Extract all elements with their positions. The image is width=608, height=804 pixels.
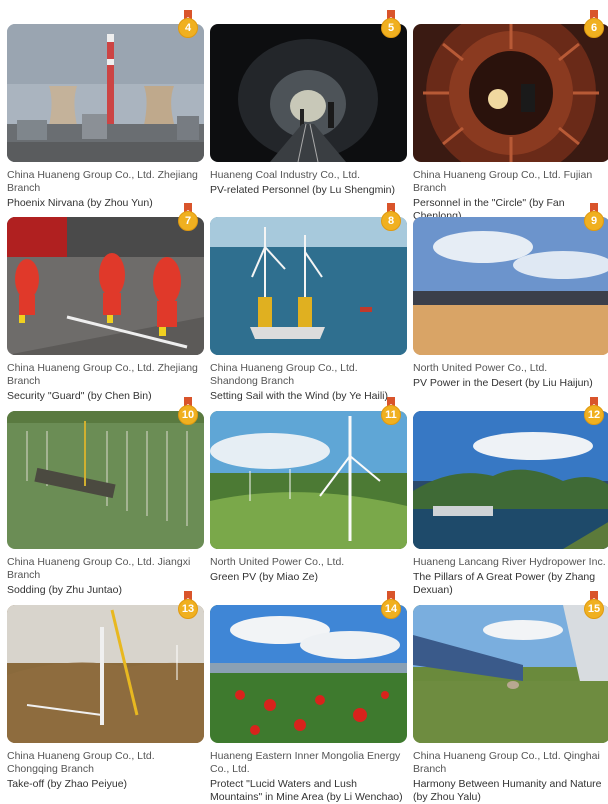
company-name: North United Power Co., Ltd. [210, 556, 345, 568]
photo-title: Setting Sail with the Wind (by Ye Haili) [210, 390, 389, 402]
rank-medal-14: 14 [381, 591, 401, 621]
rank-medal-9: 9 [584, 203, 604, 233]
photo-title: Take-off (by Zhao Peiyue) [7, 778, 128, 790]
rank-medal-6: 6 [584, 10, 604, 40]
photo-title: The Pillars of A Great Power (by Zhang D… [413, 571, 596, 596]
photo-title: Protect "Lucid Waters and Lush Mountains… [210, 778, 403, 803]
photo-card-4[interactable]: 4 China Huaneng Group Co., Ltd. Zhejiang… [7, 10, 204, 210]
rank-medal-8: 8 [381, 203, 401, 233]
photo-generator-stator[interactable] [413, 24, 608, 162]
photo-title: Phoenix Nirvana (by Zhou Yun) [7, 197, 153, 209]
rank-medal-11: 11 [381, 397, 401, 427]
company-name: Huaneng Lancang River Hydropower Inc. [413, 556, 606, 568]
photo-title: PV Power in the Desert (by Liu Haijun) [413, 377, 593, 389]
rank-medal-12: 12 [584, 397, 604, 427]
rank-medal-10: 10 [178, 397, 198, 427]
rank-medal-4: 4 [178, 10, 198, 40]
photo-card-8[interactable]: 8 China Huaneng Group Co., Ltd. Shandong… [210, 203, 407, 403]
photo-red-flowers[interactable] [210, 605, 407, 743]
company-name: Huaneng Coal Industry Co., Ltd. [210, 169, 361, 181]
photo-green-wind[interactable] [210, 411, 407, 549]
photo-hydropower[interactable] [413, 411, 608, 549]
photo-mine-tunnel[interactable] [210, 24, 407, 162]
company-name: China Huaneng Group Co., Ltd. Zhejiang B… [7, 169, 198, 194]
photo-offshore-wind[interactable] [210, 217, 407, 355]
photo-pv-on-water[interactable] [7, 411, 204, 549]
photo-title: PV-related Personnel (by Lu Shengmin) [210, 184, 396, 196]
photo-card-5[interactable]: 5 Huaneng Coal Industry Co., Ltd. PV-rel… [210, 10, 407, 197]
rank-medal-13: 13 [178, 591, 198, 621]
photo-card-9[interactable]: 9 North United Power Co., Ltd. PV Power … [413, 203, 608, 390]
photo-firefighters[interactable] [7, 217, 204, 355]
photo-card-10[interactable]: 10 China Huaneng Group Co., Ltd. Jiangxi… [7, 397, 204, 597]
photo-card-6[interactable]: 6 China Huaneng Group Co., Ltd. Fujian B… [413, 10, 608, 223]
company-name: China Huaneng Group Co., Ltd. Shandong B… [210, 362, 358, 387]
photo-solar-grassland[interactable] [413, 605, 608, 743]
photo-card-7[interactable]: 7 China Huaneng Group Co., Ltd. Zhejiang… [7, 203, 204, 403]
photo-card-13[interactable]: 13 China Huaneng Group Co., Ltd. Chongqi… [7, 591, 204, 791]
photo-card-14[interactable]: 14 Huaneng Eastern Inner Mongolia Energy… [210, 591, 407, 804]
rank-medal-7: 7 [178, 203, 198, 233]
photo-title: Security "Guard" (by Chen Bin) [7, 390, 152, 402]
company-name: China Huaneng Group Co., Ltd. Zhejiang B… [7, 362, 198, 387]
photo-title: Green PV (by Miao Ze) [210, 571, 318, 583]
photo-power-plant[interactable] [7, 24, 204, 162]
company-name: China Huaneng Group Co., Ltd. Fujian Bra… [413, 169, 593, 194]
photo-title: Harmony Between Humanity and Nature (by … [413, 778, 602, 803]
rank-medal-15: 15 [584, 591, 604, 621]
photo-card-11[interactable]: 11 North United Power Co., Ltd. Green PV… [210, 397, 407, 584]
photo-wind-crane[interactable] [7, 605, 204, 743]
photo-desert-pv[interactable] [413, 217, 608, 355]
photo-card-15[interactable]: 15 China Huaneng Group Co., Ltd. Qinghai… [413, 591, 608, 804]
company-name: China Huaneng Group Co., Ltd. Jiangxi Br… [7, 556, 191, 581]
company-name: China Huaneng Group Co., Ltd. Qinghai Br… [413, 750, 600, 775]
photo-title: Sodding (by Zhu Juntao) [7, 584, 122, 596]
company-name: China Huaneng Group Co., Ltd. Chongqing … [7, 750, 155, 775]
rank-medal-5: 5 [381, 10, 401, 40]
company-name: North United Power Co., Ltd. [413, 362, 548, 374]
photo-card-12[interactable]: 12 Huaneng Lancang River Hydropower Inc.… [413, 397, 608, 597]
company-name: Huaneng Eastern Inner Mongolia Energy Co… [210, 750, 401, 775]
